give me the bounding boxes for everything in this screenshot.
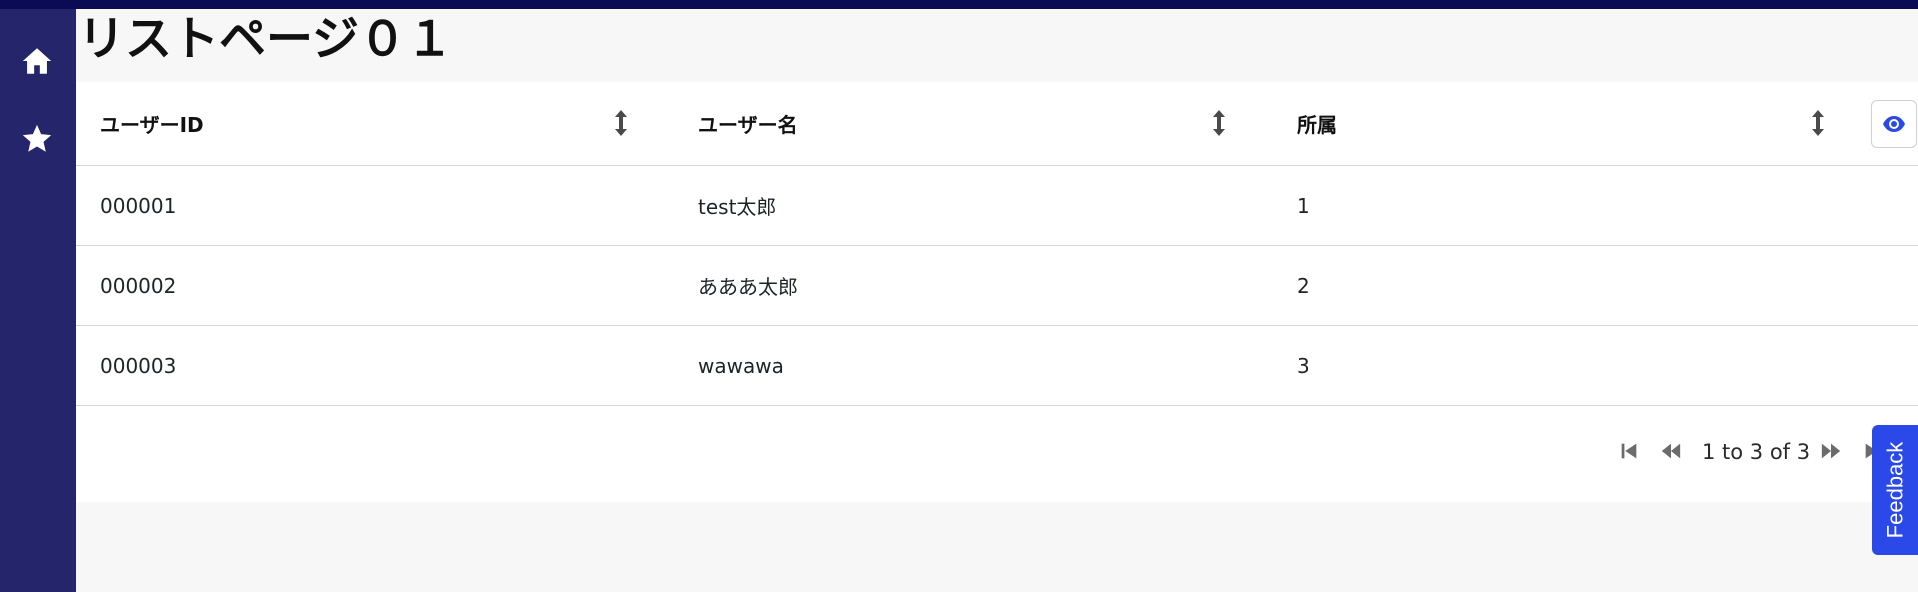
column-header-user-id[interactable]: ユーザーID [100,82,204,165]
page-title: リストページ０１ [78,12,454,67]
table-row[interactable]: 000001 test太郎 1 [76,166,1918,246]
sort-icon[interactable] [614,110,628,136]
column-header-affiliation[interactable]: 所属 [1297,82,1337,165]
previous-page-icon[interactable] [1658,440,1684,462]
cell-user-id: 000003 [100,353,177,378]
cell-affiliation: 1 [1297,193,1310,218]
eye-icon [1883,116,1905,132]
column-visibility-button[interactable] [1871,100,1917,148]
sort-icon[interactable] [1811,110,1825,136]
cell-user-name: test太郎 [698,195,777,219]
home-icon[interactable] [19,43,55,79]
cell-user-id: 000001 [100,193,177,218]
table-row[interactable]: 000002 あああ太郎 2 [76,246,1918,326]
table-row[interactable]: 000003 wawawa 3 [76,326,1918,406]
data-table: ユーザーID ユーザー名 所属 000001 test太郎 1 000002 あ… [76,82,1918,502]
cell-affiliation: 3 [1297,353,1310,378]
cell-affiliation: 2 [1297,273,1310,298]
feedback-label: Feedback [1882,441,1907,539]
feedback-button[interactable]: Feedback [1872,425,1918,555]
next-page-icon[interactable] [1818,440,1844,462]
top-bar [0,0,1918,9]
pagination-summary: 1 to 3 of 3 [1702,440,1811,464]
column-header-user-name[interactable]: ユーザー名 [698,82,798,165]
sort-icon[interactable] [1212,110,1226,136]
cell-user-id: 000002 [100,273,177,298]
star-icon[interactable] [19,121,55,157]
first-page-icon[interactable] [1616,440,1642,462]
table-header: ユーザーID ユーザー名 所属 [76,82,1918,166]
cell-user-name: wawawa [698,353,784,378]
cell-user-name: あああ太郎 [698,275,798,299]
sidebar [0,9,76,592]
